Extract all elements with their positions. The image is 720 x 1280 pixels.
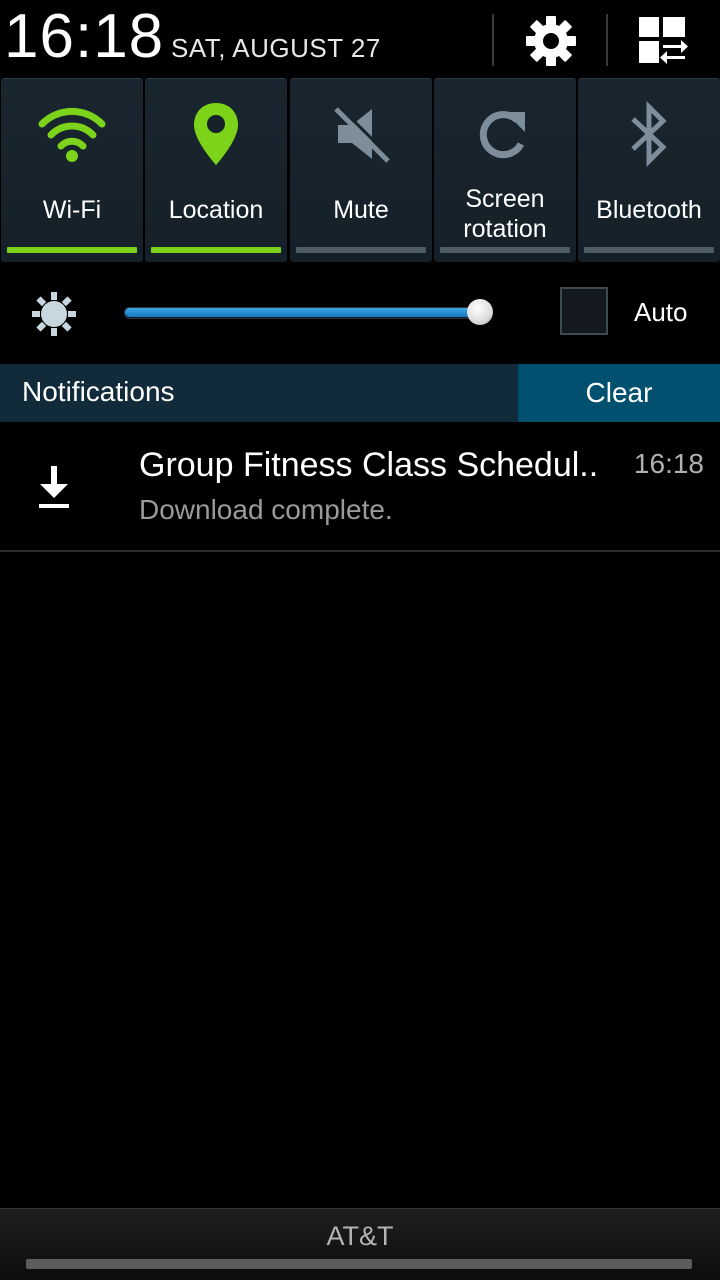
edit-toggles-button[interactable] — [628, 8, 698, 74]
carrier-footer: AT&T — [0, 1208, 720, 1280]
toggle-label: Screen rotation — [434, 179, 576, 249]
auto-brightness-checkbox[interactable] — [560, 287, 608, 335]
divider — [492, 14, 494, 66]
toggle-mute[interactable]: Mute — [290, 78, 432, 262]
toggle-label: Mute — [333, 196, 389, 224]
notification-time: 16:18 — [633, 448, 704, 479]
clock: 16:18 — [4, 2, 165, 71]
notifications-title: Notifications — [22, 376, 175, 407]
clear-button[interactable]: Clear — [518, 364, 720, 422]
status-header: 16:18 SAT, AUGUST 27 — [0, 0, 720, 78]
divider — [0, 550, 720, 552]
divider — [606, 14, 608, 66]
toggle-label: Location — [168, 196, 264, 224]
wifi-icon — [38, 107, 106, 162]
notification-shade: 16:18 SAT, AUGUST 27 Wi-Fi Location Mute… — [0, 0, 720, 1280]
toggle-screen-rotation[interactable]: Screen rotation — [434, 78, 576, 262]
toggle-bluetooth[interactable]: Bluetooth — [578, 78, 720, 262]
auto-brightness-label: Auto — [634, 297, 688, 327]
brightness-slider-fill — [125, 308, 471, 317]
date: SAT, AUGUST 27 — [171, 33, 381, 63]
brightness-slider-thumb[interactable] — [467, 299, 493, 325]
location-pin-icon — [194, 103, 238, 165]
shade-drag-handle[interactable] — [26, 1259, 692, 1269]
toggle-label: Wi-Fi — [42, 196, 102, 224]
toggle-wifi[interactable]: Wi-Fi — [1, 78, 143, 262]
gear-icon — [526, 16, 576, 66]
settings-button[interactable] — [516, 8, 586, 74]
notification-item[interactable]: Group Fitness Class Schedul.. Download c… — [0, 422, 720, 550]
notifications-header: Notifications Clear — [0, 364, 720, 422]
toggle-indicator-off — [440, 247, 570, 253]
toggle-indicator-on — [7, 247, 137, 253]
mute-icon — [334, 104, 392, 163]
toggle-location[interactable]: Location — [145, 78, 287, 262]
quick-settings-toggles: Wi-Fi Location Mute Screen rotation Blue… — [0, 78, 720, 262]
carrier-label: AT&T — [326, 1221, 394, 1251]
brightness-icon — [30, 290, 78, 338]
toggle-indicator-off — [296, 247, 426, 253]
notification-title: Group Fitness Class Schedul.. — [139, 446, 599, 484]
notification-text: Download complete. — [139, 494, 393, 525]
toggle-label-text: Screen rotation — [463, 185, 547, 243]
toggle-label: Bluetooth — [596, 196, 702, 224]
toggle-indicator-on — [151, 247, 281, 253]
bluetooth-icon — [631, 101, 667, 167]
toggle-indicator-off — [584, 247, 714, 253]
grid-swap-icon — [639, 17, 688, 64]
download-icon — [30, 464, 78, 512]
rotate-icon — [479, 111, 525, 159]
